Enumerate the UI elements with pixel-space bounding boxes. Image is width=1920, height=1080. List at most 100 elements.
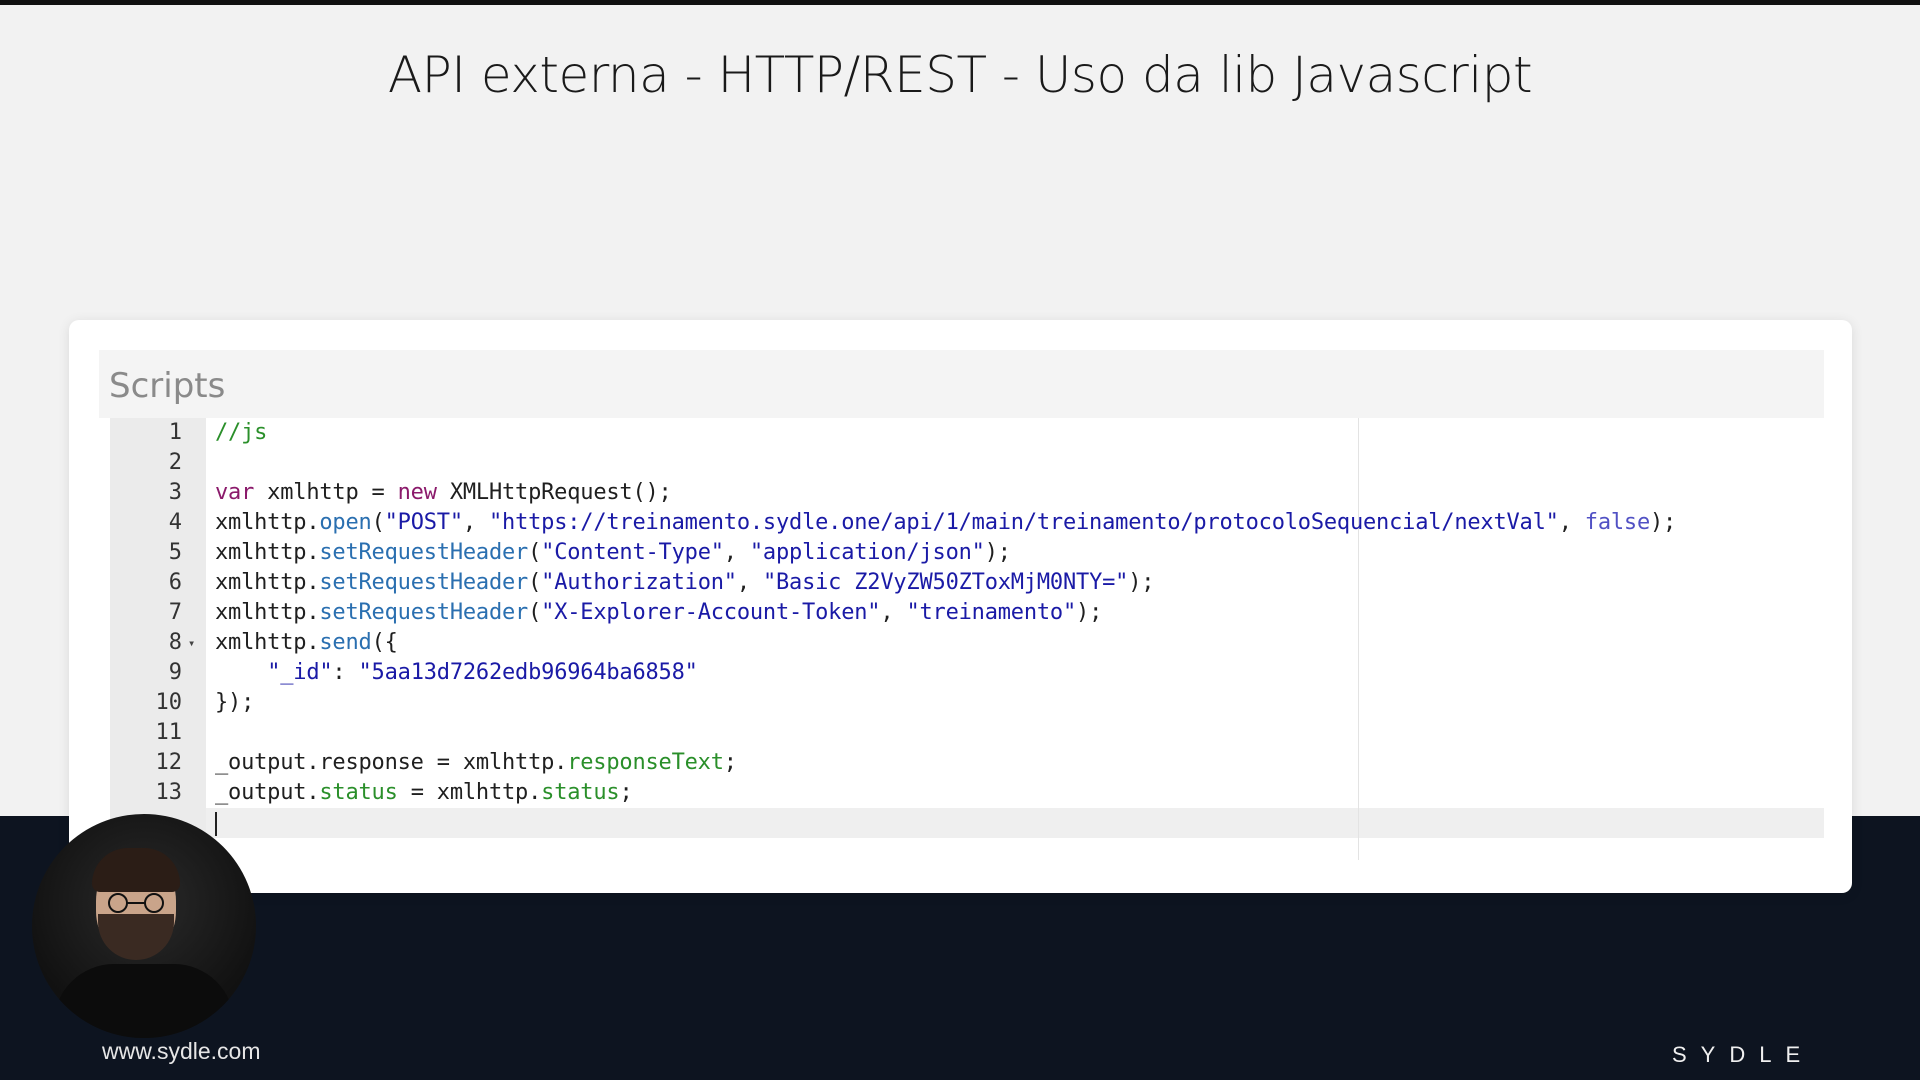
code-token: "X-Explorer-Account-Token" xyxy=(541,600,881,625)
code-token: xmlhttp. xyxy=(215,600,320,625)
code-token: setRequestHeader xyxy=(319,600,529,625)
code-token: ({ xyxy=(371,630,398,655)
section-title: Scripts xyxy=(109,366,226,406)
code-token: "Authorization" xyxy=(541,570,737,595)
code-token: = xmlhttp. xyxy=(397,780,542,805)
code-token: "Basic Z2VyZW50ZToxMjM0NTY=" xyxy=(762,570,1129,595)
code-token: //js xyxy=(215,420,268,445)
code-token: xmlhttp. xyxy=(215,540,320,565)
code-token: "application/json" xyxy=(749,540,985,565)
code-token: ( xyxy=(528,600,542,625)
code-token: "POST" xyxy=(384,510,463,535)
presenter-webcam xyxy=(32,814,256,1038)
code-token: "5aa13d7262edb96964ba6858" xyxy=(358,660,698,685)
presenter-beard xyxy=(98,914,174,960)
code-token: , xyxy=(736,570,763,595)
code-token: responseText xyxy=(567,750,724,775)
code-token: , xyxy=(880,600,907,625)
line-number: 12 xyxy=(155,750,183,775)
code-text: xmlhttp.setRequestHeader("Content-Type",… xyxy=(215,538,1011,568)
website-url: www.sydle.com xyxy=(102,1038,261,1064)
code-token: "https://treinamento.sydle.one/api/1/mai… xyxy=(488,510,1559,535)
code-text: xmlhttp.setRequestHeader("X-Explorer-Acc… xyxy=(215,598,1102,628)
code-line[interactable]: 3 var xmlhttp = new XMLHttpRequest(); xyxy=(110,478,1824,508)
code-token: ( xyxy=(371,510,385,535)
code-line[interactable]: 6 xmlhttp.setRequestHeader("Authorization… xyxy=(110,568,1824,598)
code-token: ); xyxy=(1128,570,1155,595)
code-token: open xyxy=(319,510,372,535)
code-line[interactable]: 1 //js xyxy=(110,418,1824,448)
code-token: var xyxy=(215,480,255,505)
line-number: 10 xyxy=(155,690,183,715)
line-number: 2 xyxy=(168,450,182,475)
code-text: }); xyxy=(215,688,254,718)
code-line[interactable]: 5 xmlhttp.setRequestHeader("Content-Type"… xyxy=(110,538,1824,568)
scripts-panel: Scripts 1 //js 2 3 var xmlhttp = new XMLHttp… xyxy=(69,320,1852,893)
code-token: send xyxy=(319,630,372,655)
fold-toggle-icon[interactable]: ▾ xyxy=(188,636,195,650)
code-token: , xyxy=(462,510,489,535)
code-token: _output. xyxy=(215,780,320,805)
code-token: status xyxy=(541,780,620,805)
text-cursor xyxy=(215,812,217,836)
code-line[interactable]: 13 _output.status = xmlhttp.status; xyxy=(110,778,1824,808)
code-token: "_id" xyxy=(267,660,333,685)
code-line[interactable]: 11 xyxy=(110,718,1824,748)
line-number: 3 xyxy=(168,480,182,505)
code-line[interactable]: 10}); xyxy=(110,688,1824,718)
code-token: ( xyxy=(528,540,542,565)
code-token: setRequestHeader xyxy=(319,570,529,595)
code-token: ; xyxy=(723,750,737,775)
code-line[interactable]: 12 _output.response = xmlhttp.responseTex… xyxy=(110,748,1824,778)
code-token: }); xyxy=(215,690,255,715)
code-line[interactable]: 8 ▾ xmlhttp.send({ xyxy=(110,628,1824,658)
active-line-highlight xyxy=(206,808,1824,838)
code-token: xmlhttp. xyxy=(215,510,320,535)
presenter-body xyxy=(54,964,234,1038)
code-token: ; xyxy=(619,780,633,805)
slide-title: API externa - HTTP/REST - Uso da lib Jav… xyxy=(387,46,1533,104)
line-number: 1 xyxy=(168,420,182,445)
code-line[interactable]: 7 xmlhttp.setRequestHeader("X-Explorer-Ac… xyxy=(110,598,1824,628)
code-token: : xyxy=(332,660,359,685)
code-text: "_id": "5aa13d7262edb96964ba6858" xyxy=(215,658,698,688)
code-text: var xmlhttp = new XMLHttpRequest(); xyxy=(215,478,672,508)
code-token: false xyxy=(1584,510,1651,535)
code-token: , xyxy=(1558,510,1585,535)
code-token: new xyxy=(397,480,437,505)
section-header: Scripts xyxy=(99,350,1824,418)
line-number: 6 xyxy=(168,570,182,595)
code-token: xmlhttp. xyxy=(215,570,320,595)
code-token: XMLHttpRequest(); xyxy=(436,480,672,505)
line-number: 11 xyxy=(155,720,183,745)
code-text: xmlhttp.send({ xyxy=(215,628,398,658)
code-token: _output.response = xmlhttp. xyxy=(215,750,568,775)
code-token: "treinamento" xyxy=(906,600,1077,625)
code-text: _output.response = xmlhttp.responseText; xyxy=(215,748,737,778)
line-number: 5 xyxy=(168,540,182,565)
line-number: 8 xyxy=(168,630,182,655)
presenter-hair xyxy=(92,848,180,892)
code-token: ); xyxy=(984,540,1011,565)
line-number: 4 xyxy=(168,510,182,535)
code-token: "Content-Type" xyxy=(541,540,724,565)
code-token: , xyxy=(723,540,750,565)
line-number: 13 xyxy=(155,780,183,805)
code-text: //js xyxy=(215,418,267,448)
code-text: xmlhttp.open("POST", "https://treinament… xyxy=(215,508,1676,538)
code-token: ( xyxy=(528,570,542,595)
glasses-icon xyxy=(108,893,164,913)
line-number: 9 xyxy=(168,660,182,685)
code-token: ); xyxy=(1650,510,1677,535)
brand-logo: SYDLE xyxy=(1672,1042,1815,1067)
code-line[interactable]: 2 xyxy=(110,448,1824,478)
code-text: xmlhttp.setRequestHeader("Authorization"… xyxy=(215,568,1154,598)
code-editor[interactable]: 1 //js 2 3 var xmlhttp = new XMLHttpRequest(… xyxy=(110,418,1824,860)
code-token: xmlhttp = xyxy=(254,480,398,505)
code-token: xmlhttp. xyxy=(215,630,320,655)
code-line[interactable]: 4 xmlhttp.open("POST", "https://treinamen… xyxy=(110,508,1824,538)
code-token: ); xyxy=(1076,600,1103,625)
line-number: 7 xyxy=(168,600,182,625)
code-line[interactable]: 9 "_id": "5aa13d7262edb96964ba6858" xyxy=(110,658,1824,688)
